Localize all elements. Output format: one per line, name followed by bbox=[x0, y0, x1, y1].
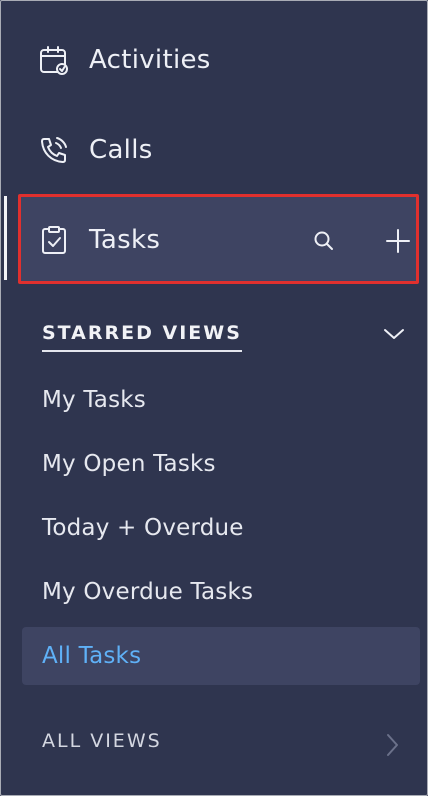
view-item-label: Today + Overdue bbox=[42, 515, 244, 541]
starred-views-heading[interactable]: STARRED VIEWS bbox=[42, 322, 242, 352]
phone-icon bbox=[38, 134, 70, 166]
view-item-label: My Open Tasks bbox=[42, 451, 216, 477]
view-item-my-open-tasks[interactable]: My Open Tasks bbox=[22, 435, 420, 493]
all-views-link[interactable]: ALL VIEWS bbox=[42, 730, 162, 752]
view-item-my-tasks[interactable]: My Tasks bbox=[22, 371, 420, 429]
view-item-label: My Overdue Tasks bbox=[42, 579, 254, 605]
view-item-my-overdue-tasks[interactable]: My Overdue Tasks bbox=[22, 563, 420, 621]
highlight-annotation-box bbox=[18, 194, 419, 284]
chevron-right-icon[interactable] bbox=[380, 731, 404, 759]
view-item-label: All Tasks bbox=[42, 643, 142, 669]
chevron-down-icon[interactable] bbox=[380, 322, 408, 346]
nav-item-calls[interactable]: Calls bbox=[0, 120, 428, 180]
nav-label-activities: Activities bbox=[89, 45, 211, 75]
view-item-today-overdue[interactable]: Today + Overdue bbox=[22, 499, 420, 557]
calendar-icon bbox=[38, 44, 70, 76]
view-item-all-tasks[interactable]: All Tasks bbox=[22, 627, 420, 685]
nav-label-calls: Calls bbox=[89, 135, 153, 165]
view-item-label: My Tasks bbox=[42, 387, 146, 413]
nav-item-activities[interactable]: Activities bbox=[0, 30, 428, 90]
active-indicator bbox=[4, 196, 7, 280]
